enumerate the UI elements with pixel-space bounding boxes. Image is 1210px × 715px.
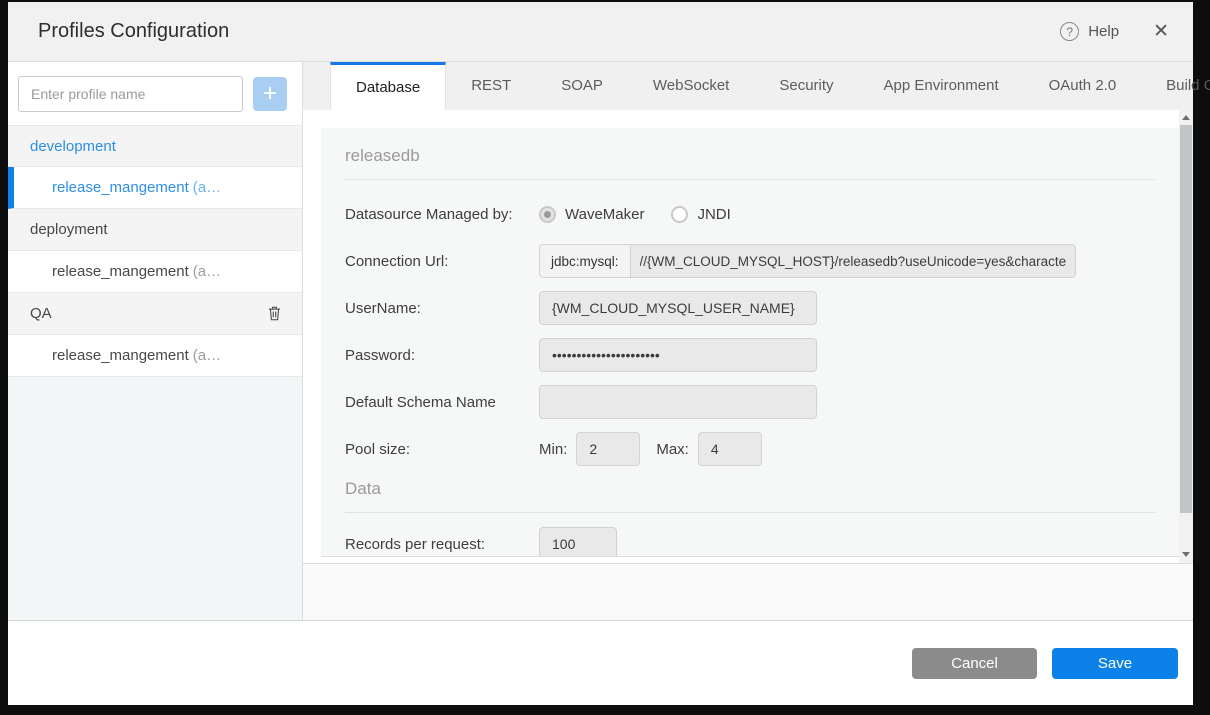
scroll-up-icon[interactable] xyxy=(1179,110,1193,124)
help-label: Help xyxy=(1088,23,1119,40)
cancel-button[interactable]: Cancel xyxy=(912,648,1037,679)
sidebar-item-release-mangement-deploy[interactable]: release_mangement (a… xyxy=(8,251,302,293)
service-label: release_mangement xyxy=(52,263,189,280)
datasource-label: Datasource Managed by: xyxy=(345,206,539,223)
sidebar-item-development[interactable]: development xyxy=(8,125,302,167)
wavemaker-radio-label[interactable]: WaveMaker xyxy=(565,206,644,223)
dialog-header: Profiles Configuration ? Help ✕ xyxy=(8,2,1193,62)
username-input[interactable] xyxy=(539,291,817,325)
connection-url-label: Connection Url: xyxy=(345,253,539,270)
data-section-title: Data xyxy=(345,479,1155,513)
records-per-request-input[interactable] xyxy=(539,527,617,557)
profile-detail-area: Database REST SOAP WebSocket Security Ap… xyxy=(303,62,1193,620)
scroll-down-icon[interactable] xyxy=(1179,547,1193,561)
profiles-sidebar: + development release_mangement (a… depl… xyxy=(8,62,303,620)
tab-content: releasedb Datasource Managed by: WaveMak… xyxy=(303,110,1193,563)
password-label: Password: xyxy=(345,347,539,364)
tab-rest[interactable]: REST xyxy=(446,62,536,110)
tab-soap[interactable]: SOAP xyxy=(536,62,628,110)
default-schema-input[interactable] xyxy=(539,385,817,419)
pool-max-input[interactable] xyxy=(698,432,762,466)
help-button[interactable]: ? Help xyxy=(1060,22,1119,41)
service-label: release_mangement xyxy=(52,347,189,364)
connection-url-row: Connection Url: jdbc:mysql: xyxy=(345,244,1155,278)
tab-app-environment[interactable]: App Environment xyxy=(859,62,1024,110)
profile-name-input[interactable] xyxy=(18,76,243,112)
default-schema-label: Default Schema Name xyxy=(345,394,539,411)
datasource-radio-group: WaveMaker JNDI xyxy=(539,206,758,223)
username-row: UserName: xyxy=(345,291,1155,325)
service-label-suffix: (a… xyxy=(193,347,221,364)
password-input[interactable] xyxy=(539,338,817,372)
tab-oauth[interactable]: OAuth 2.0 xyxy=(1024,62,1142,110)
service-label: release_mangement xyxy=(52,179,189,196)
dialog-title: Profiles Configuration xyxy=(38,20,229,43)
sidebar-item-release-mangement-dev[interactable]: release_mangement (a… xyxy=(8,167,302,209)
dialog-body: + development release_mangement (a… depl… xyxy=(8,62,1193,621)
pool-min-label: Min: xyxy=(539,441,567,458)
tab-database[interactable]: Database xyxy=(330,62,446,110)
jndi-radio[interactable] xyxy=(671,206,688,223)
pool-size-label: Pool size: xyxy=(345,441,539,458)
password-row: Password: xyxy=(345,338,1155,372)
connection-url-input[interactable] xyxy=(631,244,1076,278)
content-bottom-strip xyxy=(303,563,1193,620)
tab-build-options[interactable]: Build Options xyxy=(1141,62,1210,110)
profile-label: QA xyxy=(30,305,52,322)
tab-security[interactable]: Security xyxy=(754,62,858,110)
sidebar-item-deployment[interactable]: deployment xyxy=(8,209,302,251)
database-section-title: releasedb xyxy=(345,146,1155,180)
config-tabbar: Database REST SOAP WebSocket Security Ap… xyxy=(303,62,1193,110)
dialog-footer: Cancel Save xyxy=(8,621,1193,705)
save-button[interactable]: Save xyxy=(1052,648,1178,679)
profile-search-row: + xyxy=(8,62,302,125)
profile-label: development xyxy=(30,138,116,155)
profiles-configuration-dialog: Profiles Configuration ? Help ✕ + develo… xyxy=(8,2,1193,705)
jdbc-prefix: jdbc:mysql: xyxy=(539,244,631,278)
close-icon[interactable]: ✕ xyxy=(1153,20,1169,43)
pool-size-row: Pool size: Min: Max: xyxy=(345,432,1155,466)
pool-max-label: Max: xyxy=(656,441,689,458)
help-icon: ? xyxy=(1060,22,1079,41)
service-label-suffix: (a… xyxy=(193,179,221,196)
profile-label: deployment xyxy=(30,221,108,238)
add-profile-button[interactable]: + xyxy=(253,77,287,111)
profile-list: development release_mangement (a… deploy… xyxy=(8,125,302,377)
username-label: UserName: xyxy=(345,300,539,317)
sidebar-item-release-mangement-qa[interactable]: release_mangement (a… xyxy=(8,335,302,377)
sidebar-item-qa[interactable]: QA xyxy=(8,293,302,335)
scrollbar-thumb[interactable] xyxy=(1180,125,1192,513)
wavemaker-radio[interactable] xyxy=(539,206,556,223)
content-scrollbar[interactable] xyxy=(1179,110,1193,563)
records-per-request-row: Records per request: xyxy=(345,527,1155,557)
service-label-suffix: (a… xyxy=(193,263,221,280)
tab-websocket[interactable]: WebSocket xyxy=(628,62,754,110)
datasource-row: Datasource Managed by: WaveMaker JNDI xyxy=(345,197,1155,231)
default-schema-row: Default Schema Name xyxy=(345,385,1155,419)
database-config-panel: releasedb Datasource Managed by: WaveMak… xyxy=(321,128,1179,557)
records-per-request-label: Records per request: xyxy=(345,536,539,553)
pool-min-input[interactable] xyxy=(576,432,640,466)
sidebar-empty-area xyxy=(8,377,302,620)
delete-profile-icon[interactable] xyxy=(267,305,282,322)
jndi-radio-label[interactable]: JNDI xyxy=(697,206,730,223)
